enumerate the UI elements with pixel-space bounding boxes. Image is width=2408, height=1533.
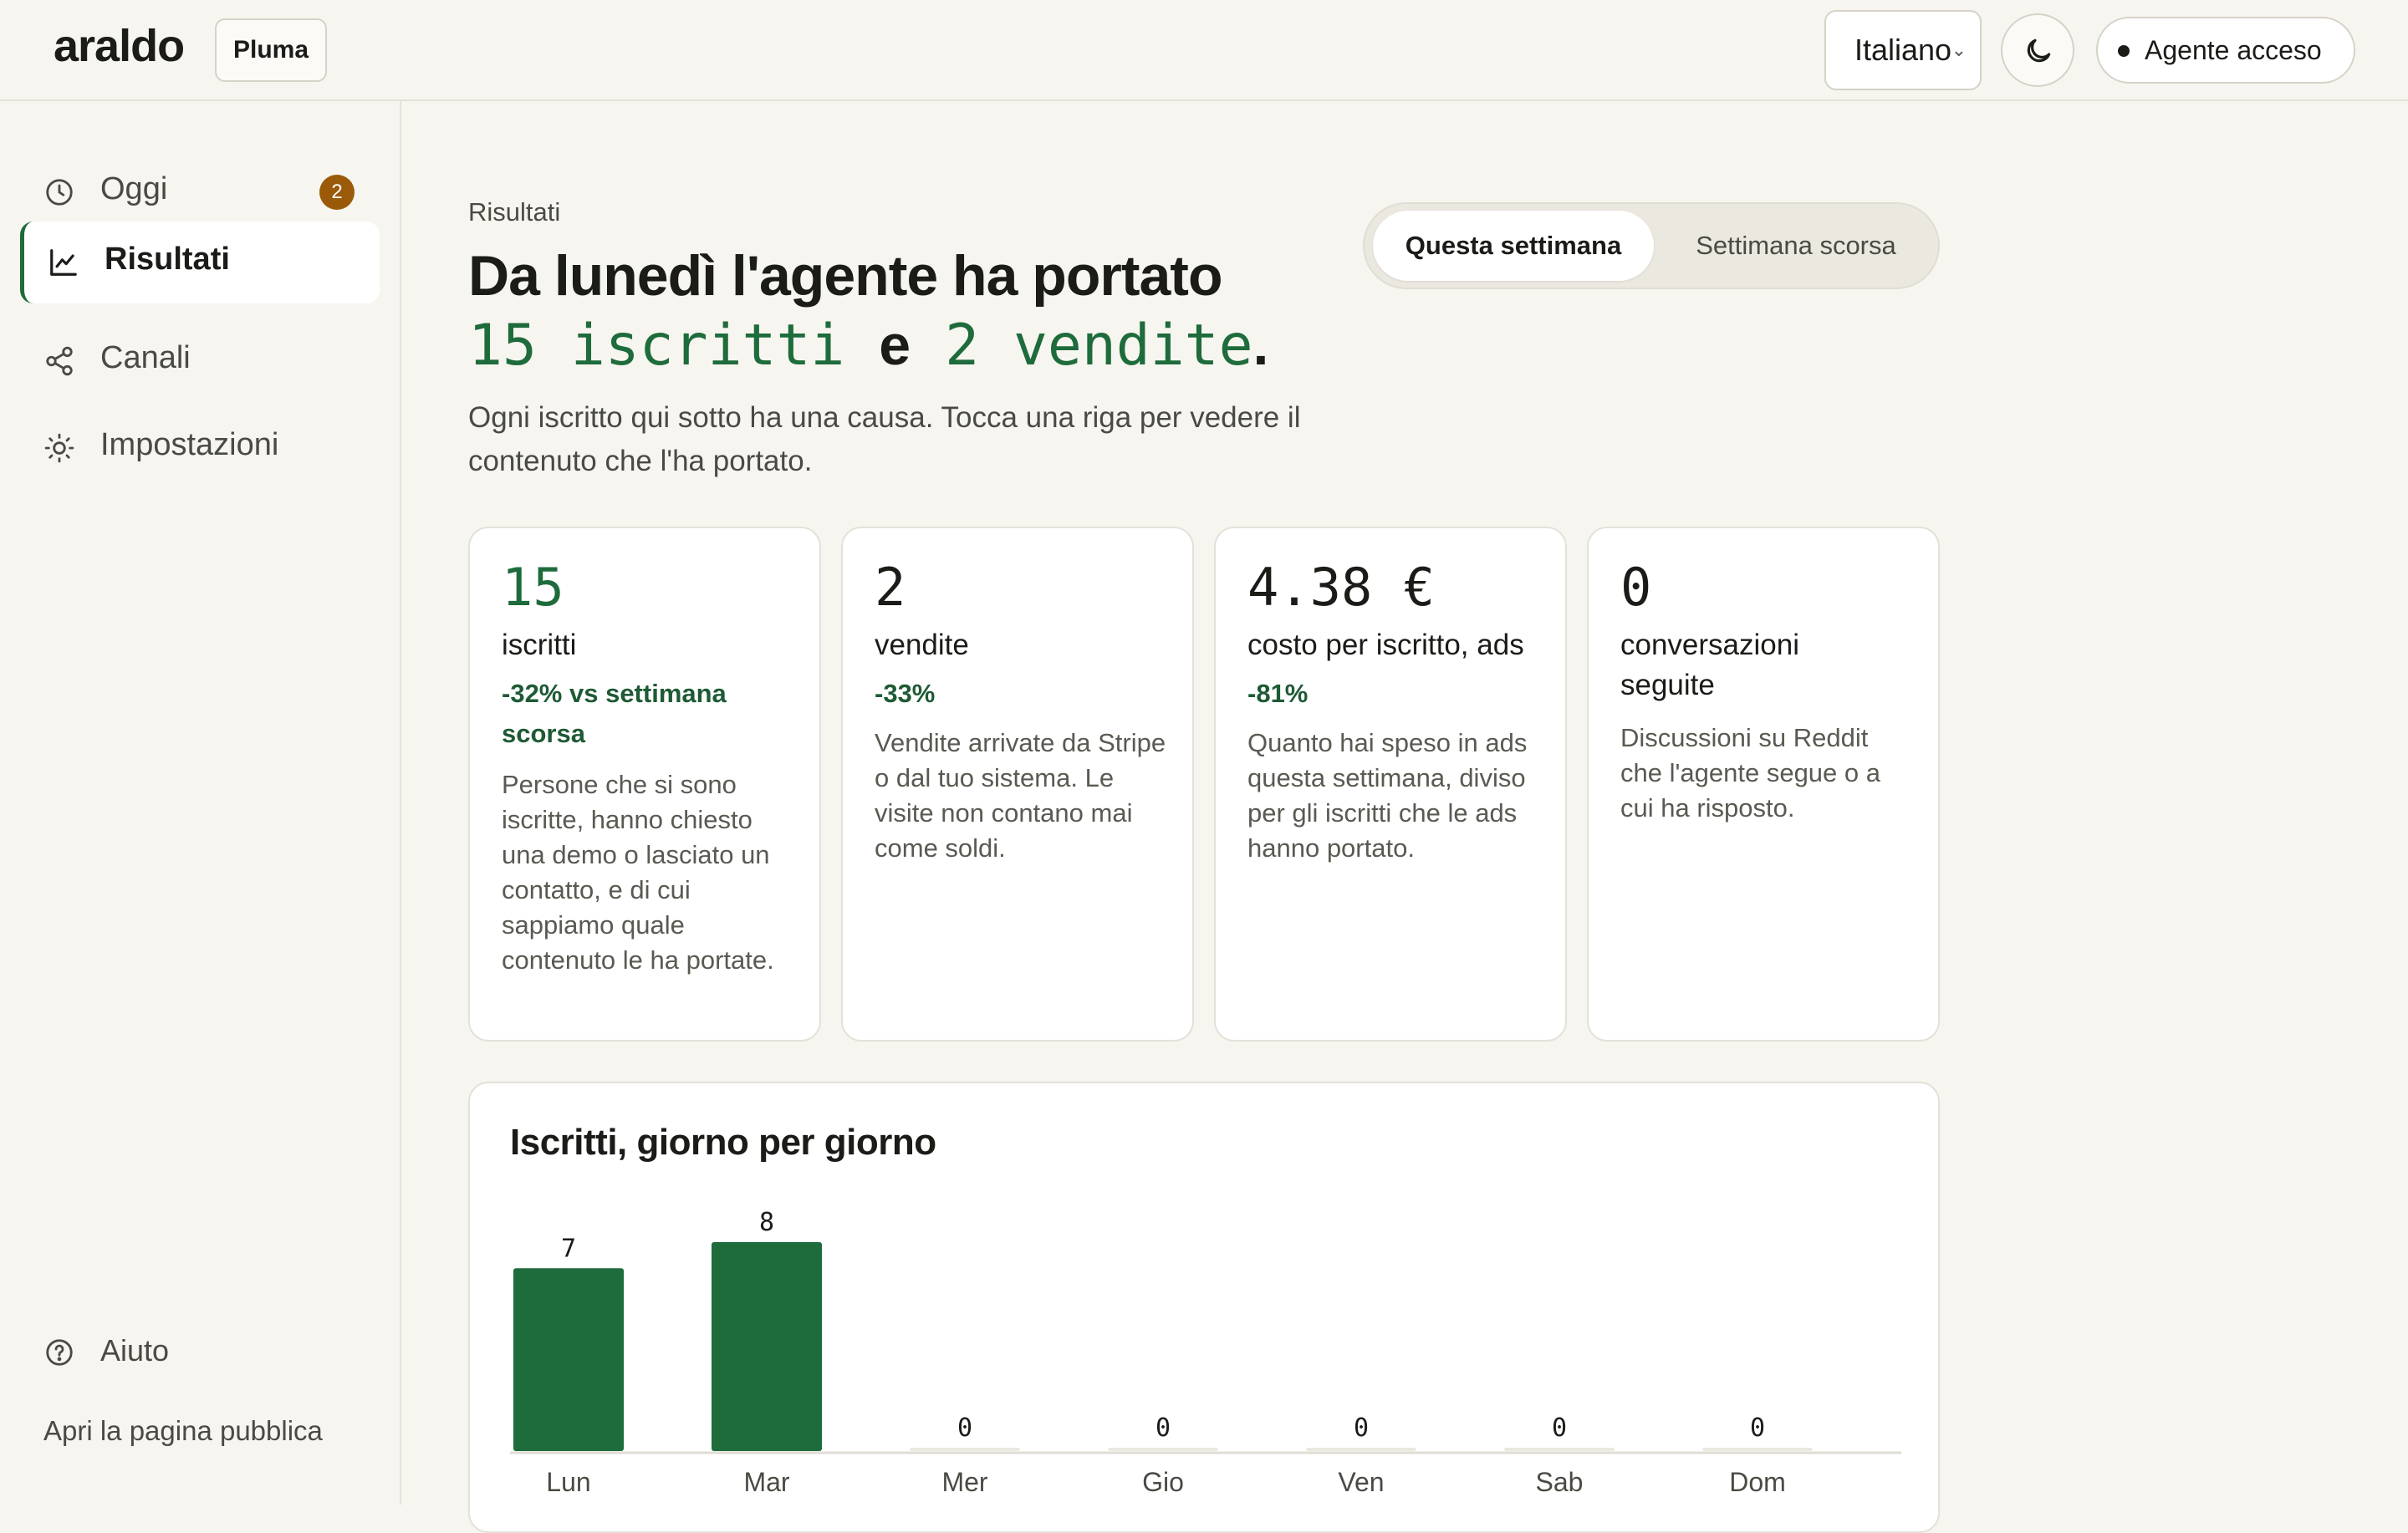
chart-bar-sab[interactable] xyxy=(1504,1448,1615,1451)
headline-conjunction: e xyxy=(879,313,911,377)
page-title: Da lunedì l'agente ha portato xyxy=(468,244,1222,308)
metric-value: 2 xyxy=(875,557,906,618)
chart-data-label: 0 xyxy=(1552,1413,1567,1443)
metric-value: 0 xyxy=(1620,557,1652,618)
page-lead: Ogni iscritto qui sotto ha una causa. To… xyxy=(468,401,1301,477)
metric-description: Vendite arrivate da Stripe o dal tuo sis… xyxy=(875,728,1166,863)
language-select-value: Italiano xyxy=(1854,33,1952,67)
chart-data-label: 0 xyxy=(1156,1413,1171,1443)
tab-last-week[interactable]: Settimana scorsa xyxy=(1662,211,1930,281)
headline-metric-subscribers: 15 iscritti xyxy=(468,313,845,379)
tab-this-week[interactable]: Questa settimana xyxy=(1373,211,1654,281)
metric-card-conversations: 0 conversazioni seguite Discussioni su R… xyxy=(1587,527,1940,1042)
metric-description: Persone che si sono iscritte, hanno chie… xyxy=(502,770,774,975)
chart-data-label: 8 xyxy=(759,1208,774,1237)
page-eyebrow: Risultati xyxy=(468,197,561,227)
chart-bar-ven[interactable] xyxy=(1306,1448,1416,1451)
notification-badge: 2 xyxy=(319,175,355,210)
moon-icon xyxy=(2027,38,2051,63)
metric-value: 15 xyxy=(502,557,564,618)
sidebar-item-canali[interactable]: Canali xyxy=(20,320,380,402)
metric-card-subscribers: 15 iscritti -32% vs settimana scorsa Per… xyxy=(468,527,821,1042)
chart-tick-label: Gio xyxy=(1142,1467,1184,1497)
public-page-link[interactable]: Apri la pagina pubblica xyxy=(43,1415,323,1447)
subscribers-bar-chart: 7 Lun 8 Mar 0 Mer 0 Gio 0 Ven 0 Sab 0 Dom xyxy=(510,1208,1901,1497)
chart-bar-mar[interactable] xyxy=(712,1242,822,1451)
help-label: Aiuto xyxy=(100,1333,170,1367)
metric-caption: costo per iscritto, ads xyxy=(1247,629,1524,661)
chart-tick-label: Mer xyxy=(941,1467,987,1497)
workspace-badge[interactable]: Pluma xyxy=(215,18,328,82)
headline-metric-sales: 2 vendite xyxy=(945,313,1253,379)
chart-tick-label: Ven xyxy=(1338,1467,1384,1497)
chart-tick-label: Lun xyxy=(546,1467,590,1497)
metric-delta: -32% vs settimana scorsa xyxy=(502,679,727,748)
sidebar-item-impostazioni[interactable]: Impostazioni xyxy=(20,407,380,489)
metric-caption: iscritti xyxy=(502,629,577,661)
metric-caption: vendite xyxy=(875,629,969,661)
language-select[interactable]: Italiano ⌄ xyxy=(1824,10,1982,90)
chart-line-icon xyxy=(50,249,77,276)
metric-description: Quanto hai speso in ads questa settimana… xyxy=(1247,728,1528,863)
chart-data-label: 0 xyxy=(1750,1413,1765,1443)
sidebar-item-label: Oggi xyxy=(100,171,168,206)
chart-bar-dom[interactable] xyxy=(1702,1448,1813,1451)
metric-value: 4.38 € xyxy=(1247,557,1435,618)
chart-data-label: 0 xyxy=(1354,1413,1369,1443)
sidebar-item-label: Canali xyxy=(100,340,191,375)
sidebar-item-label: Impostazioni xyxy=(100,427,279,462)
chevron-down-icon: ⌄ xyxy=(1951,39,1967,60)
chart-bar-mer[interactable] xyxy=(910,1448,1020,1451)
theme-toggle-button[interactable] xyxy=(2001,13,2074,87)
chart-tick-label: Dom xyxy=(1729,1467,1786,1497)
chart-card: Iscritti, giorno per giorno 7 Lun 8 Mar 0 Mer… xyxy=(468,1082,1940,1533)
chart-tick-label: Mar xyxy=(743,1467,789,1497)
chart-data-label: 7 xyxy=(561,1234,576,1263)
status-dot-icon xyxy=(2118,45,2130,57)
sun-gear-icon xyxy=(44,433,74,463)
agent-status-label: Agente acceso xyxy=(2145,35,2322,65)
headline-period: . xyxy=(1252,313,1269,377)
share-icon xyxy=(46,346,73,376)
top-bar: araldo Pluma Italiano ⌄ Agente acceso xyxy=(0,0,2408,101)
metric-card-cost: 4.38 € costo per iscritto, ads -81% Quan… xyxy=(1214,527,1567,1042)
chart-bar-lun[interactable] xyxy=(513,1268,624,1451)
metric-delta: -33% xyxy=(875,679,936,708)
clock-icon xyxy=(46,179,73,206)
headline-metrics: 15 iscritti e 2 vendite. xyxy=(468,309,1268,382)
metric-description: Discussioni su Reddit che l'agente segue… xyxy=(1620,723,1880,823)
metric-card-sales: 2 vendite -33% Vendite arrivate da Strip… xyxy=(841,527,1194,1042)
sidebar-item-risultati[interactable]: Risultati xyxy=(20,222,380,303)
chart-tick-label: Sab xyxy=(1536,1467,1584,1497)
metric-caption: conversazioni seguite xyxy=(1620,629,1799,701)
chart-bar-gio[interactable] xyxy=(1108,1448,1218,1451)
sidebar: Oggi 2 Risultati Canali Impostazioni Aiu… xyxy=(0,101,401,1505)
help-circle-icon xyxy=(46,1339,73,1366)
week-toggle: Questa settimana Settimana scorsa xyxy=(1363,202,1940,289)
sidebar-item-label: Risultati xyxy=(105,242,230,277)
agent-status-button[interactable]: Agente acceso xyxy=(2096,17,2355,84)
app-logo[interactable]: araldo xyxy=(54,20,185,72)
metric-delta: -81% xyxy=(1247,679,1309,708)
chart-data-label: 0 xyxy=(957,1413,972,1443)
